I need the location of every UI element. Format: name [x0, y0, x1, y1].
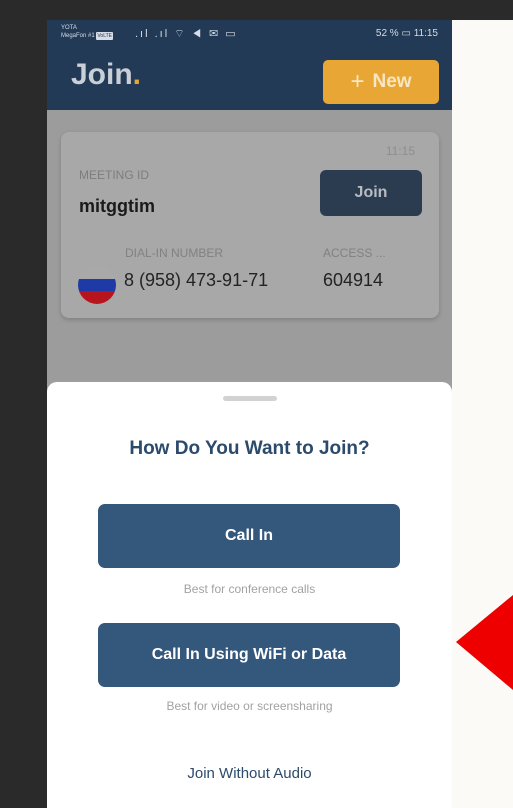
red-arrow-annotation — [456, 595, 513, 690]
status-right: 52 % ▭ 11:15 — [376, 28, 438, 39]
app-logo: Join. — [71, 58, 141, 92]
meeting-card[interactable]: 11:15 MEETING ID mitggtim Join DIAL-IN N… — [61, 132, 439, 318]
call-in-wifi-button[interactable]: Call In Using WiFi or Data — [98, 623, 400, 687]
top-frame — [0, 0, 513, 20]
join-without-audio-link[interactable]: Join Without Audio — [47, 765, 452, 782]
phone-screen: YOTA MegaFon #1 VoLTE .ıl .ıl ⌔ ◀ ✉ ▭ 52… — [47, 20, 452, 808]
call-in-button[interactable]: Call In — [98, 504, 400, 568]
sheet-title: How Do You Want to Join? — [129, 438, 370, 459]
plus-icon: + — [350, 68, 365, 95]
meeting-id-label: MEETING ID — [79, 168, 150, 182]
carrier-info: YOTA MegaFon #1 VoLTE — [61, 24, 114, 40]
battery-percent: 52 % — [375, 28, 399, 39]
join-options-sheet: How Do You Want to Join? Call In Best fo… — [47, 382, 452, 808]
meeting-id: mitggtim — [79, 196, 155, 216]
drag-handle[interactable] — [223, 396, 277, 401]
volte-badge: VoLTE — [96, 32, 114, 40]
new-button-label: New — [372, 71, 412, 92]
status-icons: .ıl .ıl ⌔ ◀ ✉ ▭ — [135, 28, 238, 40]
russia-flag-icon — [78, 266, 116, 304]
battery-icon: ▭ — [401, 28, 411, 39]
wifi-hint: Best for video or screensharing — [166, 699, 333, 713]
new-meeting-button[interactable]: + New — [323, 60, 439, 104]
join-button[interactable]: Join — [320, 170, 422, 216]
dial-in-number[interactable]: 8 (958) 473-91-71 — [124, 270, 268, 291]
logo-text: Join — [71, 58, 133, 91]
status-bar: YOTA MegaFon #1 VoLTE .ıl .ıl ⌔ ◀ ✉ ▭ 52… — [47, 20, 452, 48]
access-code-label: ACCESS ... — [323, 246, 386, 260]
access-code: 604914 — [323, 270, 384, 290]
left-frame — [0, 0, 47, 808]
arrow-shape — [456, 595, 513, 690]
dial-in-label: DIAL-IN NUMBER — [125, 246, 224, 260]
clock: 11:15 — [413, 28, 438, 39]
carrier-2: MegaFon #1 — [61, 33, 95, 39]
logo-dot: . — [132, 58, 142, 91]
call-in-hint: Best for conference calls — [183, 582, 316, 596]
meeting-time: 11:15 — [385, 144, 415, 158]
carrier-1: YOTA — [61, 25, 77, 31]
